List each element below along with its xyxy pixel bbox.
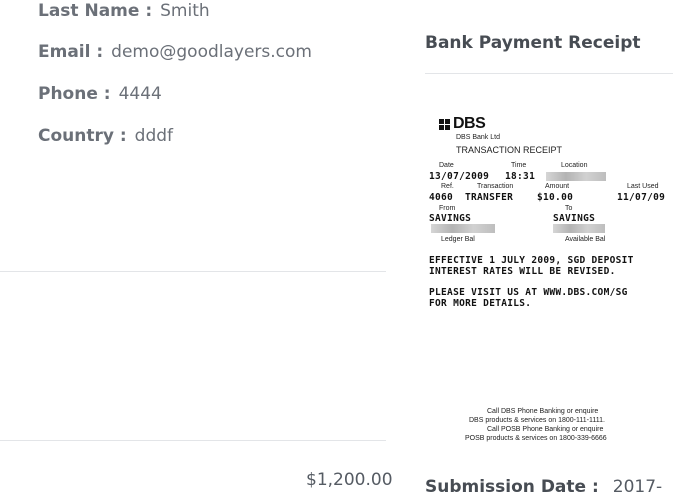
email-field: Email : demo@goodlayers.com [38,42,312,62]
last-used-value: 11/07/09 [617,192,666,203]
footer-line-3: Call POSB Phone Banking or enquire [487,426,604,433]
redacted-to-account [553,224,605,233]
dbs-logo-text: DBS [453,115,486,132]
visit-line-2: FOR MORE DETAILS. [429,298,532,309]
last-name-label: Last Name : [38,1,153,21]
ledger-balance-label: Ledger Bal [441,236,475,243]
transaction-value: TRANSFER [465,192,514,203]
notice-line-2: INTEREST RATES WILL BE REVISED. [429,266,616,277]
receipt-heading: TRANSACTION RECEIPT [456,145,563,155]
divider [0,440,386,441]
divider [425,73,673,74]
last-used-label: Last Used [627,183,659,190]
total-price: $1,200.00 [306,470,393,490]
receipt-section-title: Bank Payment Receipt [425,33,641,53]
bank-name: DBS Bank Ltd [456,134,500,141]
amount-label: Amount [545,183,570,190]
dbs-logo-icon [439,118,450,130]
submission-date-label: Submission Date : [425,477,599,497]
phone-value: 4444 [118,84,162,104]
from-value: SAVINGS [429,213,472,224]
last-name-value: Smith [160,1,210,21]
last-name-field: Last Name : Smith [38,1,210,21]
submission-date-value: 2017- [612,477,663,497]
notice-line-1: EFFECTIVE 1 JULY 2009, SGD DEPOSIT [429,255,634,266]
ref-label: Ref. [441,183,454,190]
amount-value: $10.00 [537,192,574,203]
phone-field: Phone : 4444 [38,84,162,104]
transaction-label: Transaction [477,183,514,190]
available-balance-label: Available Bal [565,236,606,243]
footer-line-1: Call DBS Phone Banking or enquire [487,408,599,415]
date-value: 13/07/2009 [429,171,490,182]
ref-value: 4060 [429,192,454,203]
country-label: Country : [38,126,127,146]
submission-date: Submission Date : 2017- [425,477,662,497]
location-label: Location [561,162,588,169]
receipt-image[interactable]: DBS DBS Bank Ltd TRANSACTION RECEIPT Dat… [425,95,675,450]
time-label: Time [511,162,527,169]
footer-line-4: POSB products & services on 1800-339-666… [465,435,607,442]
to-value: SAVINGS [553,213,596,224]
country-value: dddf [134,126,174,146]
email-value: demo@goodlayers.com [111,42,312,62]
time-value: 18:31 [505,171,536,182]
phone-label: Phone : [38,84,111,104]
country-field: Country : dddf [38,126,173,146]
dbs-logo: DBS [439,115,486,133]
divider [0,271,386,272]
from-label: From [439,205,456,212]
to-label: To [565,205,573,212]
visit-line-1: PLEASE VISIT US AT WWW.DBS.COM/SG [429,287,628,298]
email-label: Email : [38,42,104,62]
footer-line-2: DBS products & services on 1800-111-1111… [469,417,605,424]
redacted-from-account [431,224,495,233]
date-label: Date [439,162,454,169]
redacted-location [546,172,606,181]
